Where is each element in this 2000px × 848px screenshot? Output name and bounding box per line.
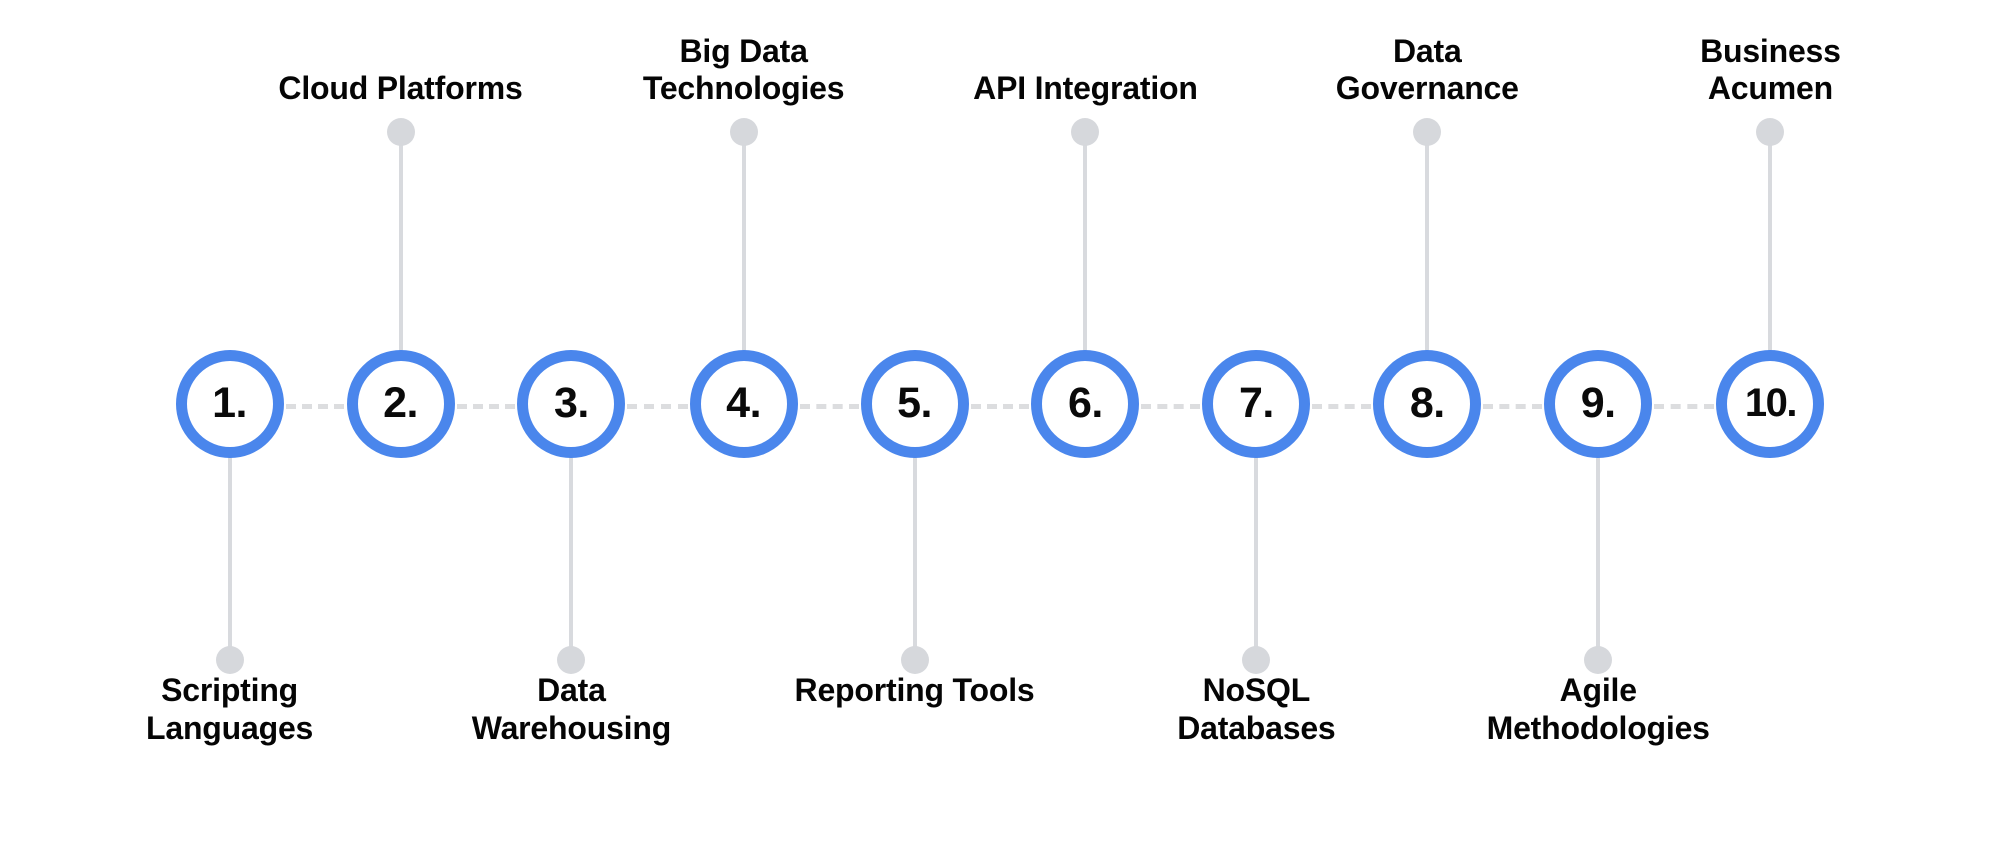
step-5-stem — [912, 452, 917, 660]
step-10-stem — [1768, 132, 1773, 354]
step-9-stem — [1596, 452, 1601, 660]
step-7-circle[interactable]: 7. — [1202, 350, 1311, 458]
step-10-label: Business Acumen — [1700, 32, 1841, 107]
step-1-stem — [227, 452, 232, 660]
step-connector-8 — [1483, 404, 1543, 409]
step-connector-2 — [456, 404, 516, 409]
step-3-circle[interactable]: 3. — [517, 350, 626, 458]
step-2-number: 2. — [383, 378, 418, 427]
step-6-pin-dot — [1071, 118, 1100, 146]
step-8-stem — [1425, 132, 1430, 354]
step-6-stem — [1083, 132, 1088, 354]
step-4-pin-dot — [729, 118, 758, 146]
step-connector-3 — [627, 404, 688, 409]
step-10-number: 10. — [1744, 381, 1798, 425]
step-7-number: 7. — [1238, 378, 1274, 427]
step-8-circle[interactable]: 8. — [1373, 350, 1482, 458]
step-2-pin-dot — [386, 118, 415, 146]
step-5-circle[interactable]: 5. — [860, 350, 969, 458]
step-connector-6 — [1141, 404, 1201, 409]
step-9-number: 9. — [1580, 378, 1616, 427]
step-7-pin-dot — [1242, 646, 1271, 674]
step-connector-4 — [799, 404, 859, 409]
step-1-circle[interactable]: 1. — [175, 350, 284, 458]
step-connector-9 — [1654, 404, 1715, 409]
step-10-pin-dot — [1756, 118, 1785, 146]
step-connector-7 — [1312, 404, 1372, 409]
step-8-number: 8. — [1409, 378, 1445, 427]
step-connector-5 — [970, 404, 1030, 409]
step-3-pin-dot — [557, 646, 586, 674]
step-2-stem — [398, 132, 403, 354]
step-9-circle[interactable]: 9. — [1544, 350, 1653, 458]
timeline-diagram: 1. Scripting Languages 2. Cloud Platforms 3.… — [0, 0, 2000, 848]
step-5-pin-dot — [900, 646, 929, 674]
step-1-pin-dot — [215, 646, 244, 674]
step-3-stem — [569, 452, 574, 660]
step-8-pin-dot — [1413, 118, 1442, 146]
step-1-number: 1. — [212, 378, 248, 427]
step-7-stem — [1254, 452, 1259, 660]
step-5-number: 5. — [897, 378, 932, 427]
step-connector-1 — [285, 404, 345, 409]
step-10-circle[interactable]: 10. — [1716, 350, 1825, 458]
step-4-stem — [741, 132, 746, 354]
step-6-circle[interactable]: 6. — [1031, 350, 1140, 458]
step-3-number: 3. — [553, 378, 589, 427]
step-4-number: 4. — [726, 378, 762, 427]
step-9-pin-dot — [1584, 646, 1613, 674]
step-9-label: Agile Methodologies — [1486, 672, 1710, 746]
step-4-circle[interactable]: 4. — [689, 350, 798, 458]
step-6-number: 6. — [1068, 378, 1103, 427]
step-2-circle[interactable]: 2. — [346, 350, 455, 458]
